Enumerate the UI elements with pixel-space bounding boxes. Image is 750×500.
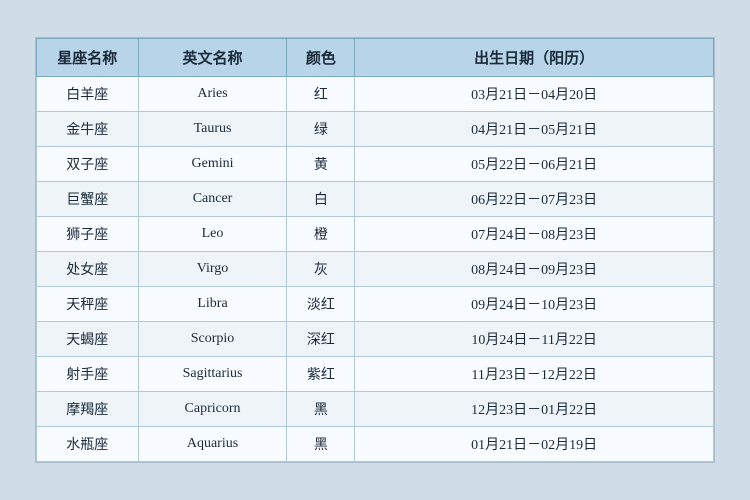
cell-dates: 10月24日－11月22日: [355, 322, 714, 357]
table-row: 双子座Gemini黄05月22日－06月21日: [37, 147, 714, 182]
cell-color: 白: [287, 182, 355, 217]
cell-chinese-name: 处女座: [37, 252, 139, 287]
table-row: 天蝎座Scorpio深红10月24日－11月22日: [37, 322, 714, 357]
cell-color: 黄: [287, 147, 355, 182]
table-row: 金牛座Taurus绿04月21日－05月21日: [37, 112, 714, 147]
cell-chinese-name: 射手座: [37, 357, 139, 392]
cell-english-name: Taurus: [138, 112, 287, 147]
cell-english-name: Aquarius: [138, 427, 287, 462]
cell-dates: 04月21日－05月21日: [355, 112, 714, 147]
cell-chinese-name: 狮子座: [37, 217, 139, 252]
cell-dates: 01月21日－02月19日: [355, 427, 714, 462]
cell-dates: 12月23日－01月22日: [355, 392, 714, 427]
cell-color: 绿: [287, 112, 355, 147]
header-chinese-name: 星座名称: [37, 39, 139, 77]
cell-english-name: Scorpio: [138, 322, 287, 357]
header-english-name: 英文名称: [138, 39, 287, 77]
table-header-row: 星座名称 英文名称 颜色 出生日期（阳历）: [37, 39, 714, 77]
cell-dates: 09月24日－10月23日: [355, 287, 714, 322]
header-date: 出生日期（阳历）: [355, 39, 714, 77]
table-row: 处女座Virgo灰08月24日－09月23日: [37, 252, 714, 287]
table-row: 水瓶座Aquarius黑01月21日－02月19日: [37, 427, 714, 462]
zodiac-table-container: 星座名称 英文名称 颜色 出生日期（阳历） 白羊座Aries红03月21日－04…: [35, 37, 715, 463]
table-row: 巨蟹座Cancer白06月22日－07月23日: [37, 182, 714, 217]
cell-english-name: Virgo: [138, 252, 287, 287]
cell-english-name: Leo: [138, 217, 287, 252]
cell-color: 黑: [287, 392, 355, 427]
cell-chinese-name: 天秤座: [37, 287, 139, 322]
table-row: 狮子座Leo橙07月24日－08月23日: [37, 217, 714, 252]
cell-english-name: Sagittarius: [138, 357, 287, 392]
cell-chinese-name: 巨蟹座: [37, 182, 139, 217]
cell-chinese-name: 水瓶座: [37, 427, 139, 462]
table-row: 白羊座Aries红03月21日－04月20日: [37, 77, 714, 112]
header-color: 颜色: [287, 39, 355, 77]
cell-dates: 05月22日－06月21日: [355, 147, 714, 182]
cell-dates: 08月24日－09月23日: [355, 252, 714, 287]
cell-dates: 07月24日－08月23日: [355, 217, 714, 252]
cell-english-name: Libra: [138, 287, 287, 322]
cell-dates: 06月22日－07月23日: [355, 182, 714, 217]
cell-color: 红: [287, 77, 355, 112]
cell-chinese-name: 白羊座: [37, 77, 139, 112]
cell-chinese-name: 摩羯座: [37, 392, 139, 427]
cell-color: 灰: [287, 252, 355, 287]
cell-color: 橙: [287, 217, 355, 252]
cell-dates: 11月23日－12月22日: [355, 357, 714, 392]
cell-english-name: Cancer: [138, 182, 287, 217]
cell-color: 黑: [287, 427, 355, 462]
cell-english-name: Gemini: [138, 147, 287, 182]
cell-color: 淡红: [287, 287, 355, 322]
table-row: 天秤座Libra淡红09月24日－10月23日: [37, 287, 714, 322]
cell-english-name: Aries: [138, 77, 287, 112]
table-row: 射手座Sagittarius紫红11月23日－12月22日: [37, 357, 714, 392]
cell-color: 紫红: [287, 357, 355, 392]
cell-chinese-name: 双子座: [37, 147, 139, 182]
cell-chinese-name: 天蝎座: [37, 322, 139, 357]
cell-dates: 03月21日－04月20日: [355, 77, 714, 112]
table-body: 白羊座Aries红03月21日－04月20日金牛座Taurus绿04月21日－0…: [37, 77, 714, 462]
cell-chinese-name: 金牛座: [37, 112, 139, 147]
table-row: 摩羯座Capricorn黑12月23日－01月22日: [37, 392, 714, 427]
cell-color: 深红: [287, 322, 355, 357]
zodiac-table: 星座名称 英文名称 颜色 出生日期（阳历） 白羊座Aries红03月21日－04…: [36, 38, 714, 462]
cell-english-name: Capricorn: [138, 392, 287, 427]
